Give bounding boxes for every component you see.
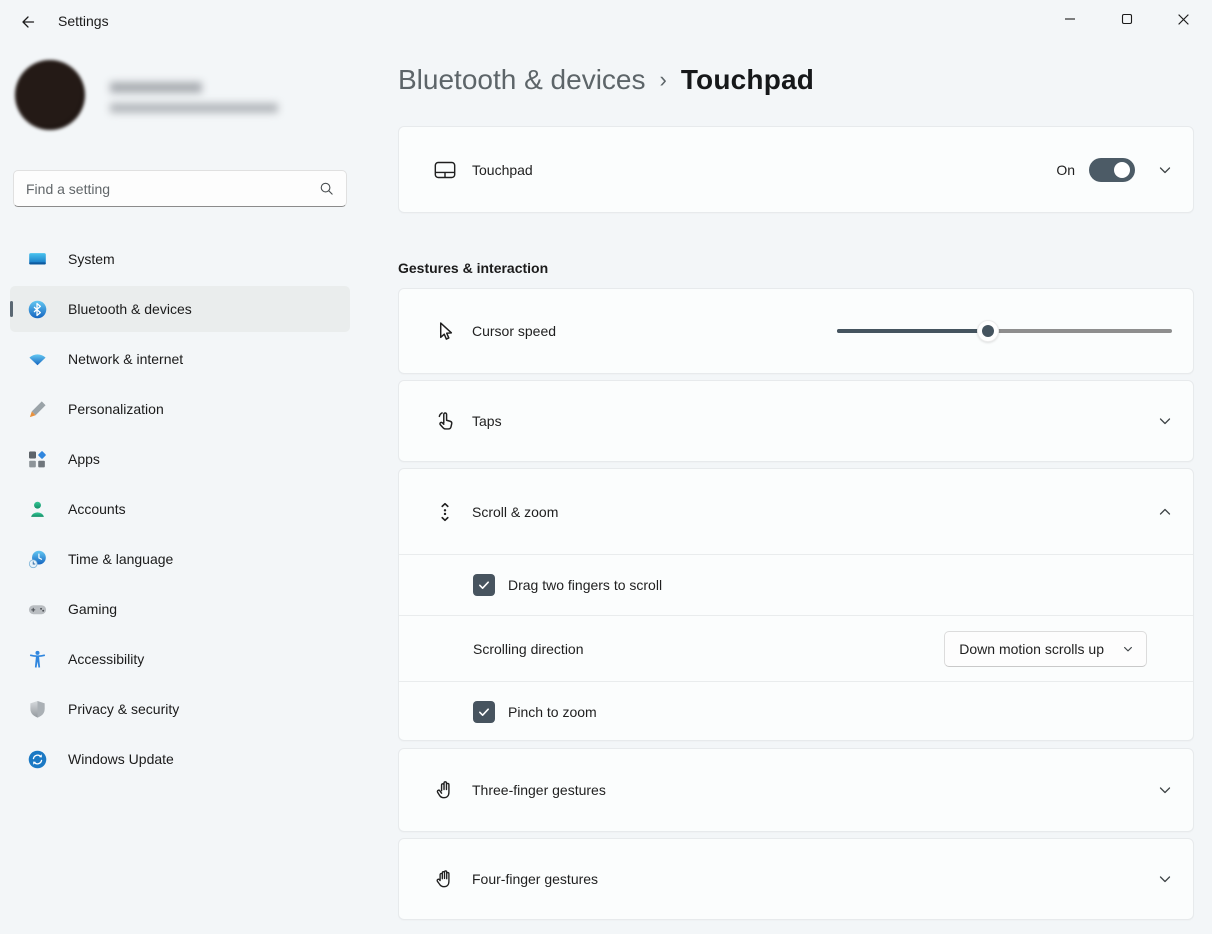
scrolling-direction-label: Scrolling direction [473,640,584,657]
maximize-button[interactable] [1098,0,1155,38]
sidebar-item-windows-update[interactable]: Windows Update [10,736,350,782]
privacy-security-icon [28,700,47,719]
back-button[interactable] [10,8,44,36]
back-arrow-icon [19,14,36,30]
touchpad-expand-chevron-down-icon[interactable] [1157,162,1173,178]
sidebar-item-bluetooth-devices[interactable]: Bluetooth & devices [10,286,350,332]
accounts-icon [28,500,47,519]
search-input[interactable] [26,180,319,197]
sidebar-item-gaming[interactable]: Gaming [10,586,350,632]
cursor-speed-slider[interactable] [837,320,1172,342]
drag-two-fingers-label: Drag two fingers to scroll [508,577,663,593]
titlebar: Settings [0,0,1212,44]
sidebar-item-privacy-security[interactable]: Privacy & security [10,686,350,732]
pinch-to-zoom-row: Pinch to zoom [399,681,1193,741]
scroll-zoom-label: Scroll & zoom [472,503,559,520]
sidebar-item-label: Gaming [68,601,118,617]
sidebar-item-accounts[interactable]: Accounts [10,486,350,532]
sidebar-item-label: Bluetooth & devices [68,301,192,317]
close-button[interactable] [1155,0,1212,38]
four-finger-label: Four-finger gestures [472,871,599,887]
scrolling-direction-row: Scrolling direction Down motion scrolls … [399,615,1193,681]
touchpad-icon [434,159,456,181]
window-controls [1041,0,1212,38]
section-header: Gestures & interaction [398,260,549,276]
cursor-speed-slider-fill [837,329,988,333]
sidebar-item-label: Personalization [68,401,164,417]
sidebar-item-label: Time & language [68,551,174,567]
cursor-speed-label: Cursor speed [472,323,557,339]
sidebar-item-system[interactable]: System [10,236,350,282]
touchpad-status: On [1056,161,1075,178]
three-finger-hand-icon [434,779,456,801]
scroll-icon [434,501,456,523]
three-finger-chevron-down-icon[interactable] [1157,782,1173,798]
personalization-icon [28,400,47,419]
sidebar-item-label: Privacy & security [68,701,180,717]
scroll-zoom-card: Scroll & zoom Drag two fingers to scroll… [398,468,1194,741]
gaming-icon [28,600,47,619]
four-finger-card[interactable]: Four-finger gestures [398,838,1194,920]
search-icon [319,181,334,196]
windows-update-icon [28,750,47,769]
scroll-zoom-header[interactable]: Scroll & zoom [399,469,1193,554]
sidebar-item-label: Windows Update [68,751,174,767]
taps-chevron-down-icon[interactable] [1157,413,1173,429]
minimize-button[interactable] [1041,0,1098,38]
four-finger-chevron-down-icon[interactable] [1157,871,1173,887]
sidebar-item-label: Apps [68,451,100,467]
sidebar-item-label: Accessibility [68,651,145,667]
tap-gesture-icon [434,410,456,432]
sidebar-item-network-internet[interactable]: Network & internet [10,336,350,382]
touchpad-label: Touchpad [472,161,533,178]
sidebar: System Bluetooth & devices Network & inter… [0,44,380,934]
network-icon [28,350,47,369]
breadcrumb-separator-icon: › [659,67,667,92]
touchpad-card: Touchpad On [398,126,1194,213]
user-email-redacted [110,103,278,113]
scrolling-direction-value: Down motion scrolls up [959,640,1104,657]
search-box[interactable] [13,170,347,207]
breadcrumb-parent[interactable]: Bluetooth & devices [398,64,646,96]
three-finger-label: Three-finger gestures [472,782,606,798]
page-title: Touchpad [680,64,815,95]
system-icon [28,250,47,269]
user-name-redacted [110,82,202,93]
scrolling-direction-dropdown[interactable]: Down motion scrolls up [944,630,1147,667]
pinch-to-zoom-checkbox[interactable] [473,700,495,723]
avatar [15,60,85,130]
sidebar-item-personalization[interactable]: Personalization [10,386,350,432]
checkmark-icon [477,578,491,592]
bluetooth-icon [28,300,47,319]
time-language-icon [28,550,47,569]
sidebar-item-label: Network & internet [68,351,184,367]
cursor-speed-card: Cursor speed [398,288,1194,374]
app-title: Settings [58,13,109,29]
taps-label: Taps [472,413,502,429]
checkmark-icon [477,705,491,719]
drag-two-fingers-row: Drag two fingers to scroll [399,554,1193,615]
sidebar-item-label: Accounts [68,501,126,517]
apps-icon [28,450,47,469]
drag-two-fingers-checkbox[interactable] [473,574,495,596]
dropdown-chevron-down-icon [1122,643,1134,655]
sidebar-item-apps[interactable]: Apps [10,436,350,482]
breadcrumb: Bluetooth & devices › Touchpad [398,64,814,96]
scroll-zoom-chevron-up-icon[interactable] [1157,504,1173,520]
sidebar-item-time-language[interactable]: Time & language [10,536,350,582]
accessibility-icon [28,650,47,669]
three-finger-card[interactable]: Three-finger gestures [398,748,1194,832]
touchpad-toggle[interactable] [1089,157,1135,182]
sidebar-item-label: System [68,251,115,267]
cursor-icon [434,320,456,342]
cursor-speed-slider-thumb[interactable] [976,320,999,342]
sidebar-nav: System Bluetooth & devices Network & inter… [10,236,350,786]
pinch-to-zoom-label: Pinch to zoom [508,703,597,720]
four-finger-hand-icon [434,868,456,890]
sidebar-item-accessibility[interactable]: Accessibility [10,636,350,682]
taps-card[interactable]: Taps [398,380,1194,462]
